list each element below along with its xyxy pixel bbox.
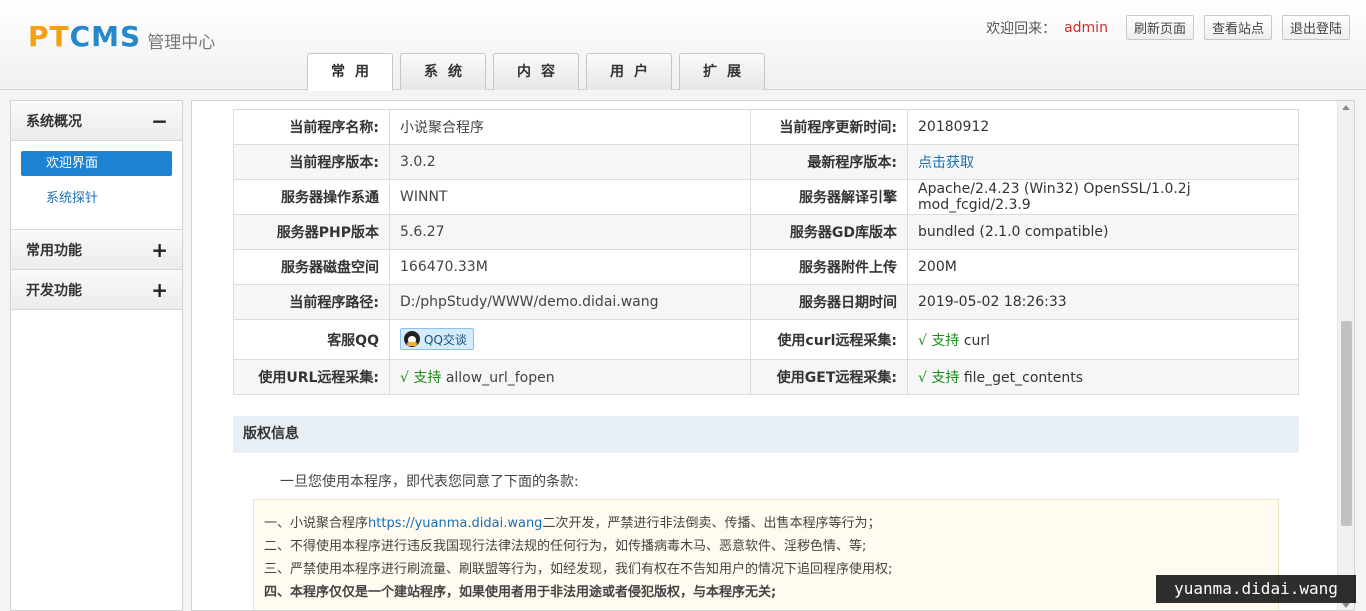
welcome-text: 欢迎回来：	[986, 20, 1057, 37]
copyright-intro: 一旦您使用本程序，即代表您同意了下面的条款:	[280, 474, 579, 490]
logo-subtitle: 管理中心	[147, 32, 216, 53]
row-label: 当前程序更新时间:	[750, 109, 908, 145]
tab-extensions[interactable]: 扩展	[679, 53, 765, 90]
expand-icon[interactable]: +	[151, 278, 168, 302]
sidebar-item-welcome[interactable]: 欢迎界面	[21, 151, 172, 176]
refresh-page-button[interactable]: 刷新页面	[1125, 15, 1194, 40]
row-label: 服务器解译引擎	[750, 179, 908, 215]
table-row: 当前程序名称: 小说聚合程序 当前程序更新时间: 20180912	[233, 109, 1299, 145]
row-label: 服务器操作系通	[233, 179, 390, 215]
row-label: 使用curl远程采集:	[750, 319, 908, 360]
table-row: 当前程序版本: 3.0.2 最新程序版本: 点击获取	[233, 144, 1299, 180]
row-value: curl	[959, 332, 991, 349]
main-panel: 当前程序名称: 小说聚合程序 当前程序更新时间: 20180912 当前程序版本…	[191, 100, 1355, 611]
row-label: 客服QQ	[233, 319, 390, 360]
logo-text-orange: PT	[28, 20, 70, 53]
row-label: 最新程序版本:	[750, 144, 908, 180]
row-value-cell: √ 支持 file_get_contents	[907, 359, 1299, 395]
sidebar-item-probe[interactable]: 系统探针	[21, 186, 172, 211]
row-label: 使用URL远程采集:	[233, 359, 390, 395]
row-value: 166470.33M	[389, 249, 751, 285]
supported-badge: √ 支持	[400, 370, 442, 386]
main-tabs: 常用 系统 内容 用户 扩展	[307, 53, 772, 91]
row-value-cell: √ 支持 curl	[907, 319, 1299, 360]
collapse-icon[interactable]: −	[151, 109, 168, 133]
row-value: allow_url_fopen	[441, 370, 555, 386]
row-label: 服务器日期时间	[750, 284, 908, 320]
term-4: 四、本程序仅仅是一个建站程序，如果使用者用于非法用途或者侵犯版权，与本程序无关;	[264, 585, 777, 600]
supported-badge: √ 支持	[918, 332, 960, 349]
logo-text-blue: CMS	[69, 20, 142, 53]
term-1: 一、小说聚合程序https://yuanma.didai.wang二次开发，严禁…	[264, 512, 1268, 535]
scroll-up-icon[interactable]	[1342, 105, 1350, 110]
expand-icon[interactable]: +	[151, 238, 168, 262]
watermark: yuanma.didai.wang	[1156, 575, 1356, 603]
source-site-link[interactable]: https://yuanma.didai.wang	[368, 516, 542, 531]
term-3: 三、严禁使用本程序进行刷流量、刷联盟等行为，如经发现，我们有权在不告知用户的情况…	[264, 562, 893, 577]
sidebar-items: 欢迎界面 系统探针	[11, 141, 182, 230]
top-bar: 欢迎回来： admin 刷新页面 查看站点 退出登陆	[986, 15, 1350, 40]
scroll-down-icon[interactable]	[1342, 603, 1350, 608]
supported-badge: √ 支持	[918, 370, 960, 386]
row-label: 服务器磁盘空间	[233, 249, 390, 285]
table-row: 服务器PHP版本 5.6.27 服务器GD库版本 bundled (2.1.0 …	[233, 214, 1299, 250]
qq-penguin-icon	[404, 331, 420, 347]
sidebar-section-title: 常用功能	[26, 242, 82, 259]
sidebar-section-overview[interactable]: 系统概况 −	[11, 101, 182, 141]
sidebar-section-title: 开发功能	[26, 282, 82, 299]
row-value: Apache/2.4.23 (Win32) OpenSSL/1.0.2j mod…	[907, 179, 1299, 215]
system-info-table: 当前程序名称: 小说聚合程序 当前程序更新时间: 20180912 当前程序版本…	[233, 109, 1299, 395]
username: admin	[1064, 19, 1108, 36]
table-row: 使用URL远程采集: √ 支持 allow_url_fopen 使用GET远程采…	[233, 359, 1299, 395]
qq-chat-button[interactable]: QQ交谈	[400, 328, 474, 350]
table-row: 客服QQ QQ交谈 使用curl远程采集: √ 支持 curl	[233, 319, 1299, 360]
row-label: 服务器PHP版本	[233, 214, 390, 250]
terms-box: 一、小说聚合程序https://yuanma.didai.wang二次开发，严禁…	[253, 499, 1279, 610]
logo-mark: PTCMS	[28, 22, 141, 52]
row-label: 当前程序名称:	[233, 109, 390, 145]
row-value-cell: QQ交谈	[389, 319, 751, 360]
row-label: 服务器GD库版本	[750, 214, 908, 250]
row-value: bundled (2.1.0 compatible)	[907, 214, 1299, 250]
qq-chat-label: QQ交谈	[424, 332, 467, 347]
row-value: WINNT	[389, 179, 751, 215]
row-value: 20180912	[907, 109, 1299, 145]
table-row: 服务器操作系通 WINNT 服务器解译引擎 Apache/2.4.23 (Win…	[233, 179, 1299, 215]
tab-common[interactable]: 常用	[307, 53, 393, 91]
sidebar-section-dev[interactable]: 开发功能 +	[11, 270, 182, 310]
table-row: 当前程序路径: D:/phpStudy/WWW/demo.didai.wang …	[233, 284, 1299, 320]
row-value: D:/phpStudy/WWW/demo.didai.wang	[389, 284, 751, 320]
row-value: 小说聚合程序	[389, 109, 751, 145]
logo[interactable]: PTCMS 管理中心	[28, 22, 216, 53]
tab-users[interactable]: 用户	[586, 53, 672, 90]
view-site-button[interactable]: 查看站点	[1203, 15, 1272, 40]
sidebar: 系统概况 − 欢迎界面 系统探针 常用功能 + 开发功能 +	[10, 100, 183, 611]
vertical-scrollbar[interactable]	[1337, 101, 1354, 610]
tab-system[interactable]: 系统	[400, 53, 486, 90]
table-row: 服务器磁盘空间 166470.33M 服务器附件上传 200M	[233, 249, 1299, 285]
logout-button[interactable]: 退出登陆	[1281, 15, 1350, 40]
get-latest-version-link[interactable]: 点击获取	[918, 155, 974, 171]
row-value-cell: 点击获取	[907, 144, 1299, 180]
term-2: 二、不得使用本程序进行违反我国现行法律法规的任何行为，如传播病毒木马、恶意软件、…	[264, 539, 867, 554]
sidebar-section-title: 系统概况	[26, 113, 82, 130]
row-value: file_get_contents	[959, 370, 1084, 386]
row-value: 5.6.27	[389, 214, 751, 250]
row-value: 2019-05-02 18:26:33	[907, 284, 1299, 320]
row-value-cell: √ 支持 allow_url_fopen	[389, 359, 751, 395]
row-label: 当前程序版本:	[233, 144, 390, 180]
term-1-prefix: 一、小说聚合程序	[264, 516, 369, 531]
row-label: 当前程序路径:	[233, 284, 390, 320]
row-value: 3.0.2	[389, 144, 751, 180]
row-label: 使用GET远程采集:	[750, 359, 908, 395]
header: PTCMS 管理中心 欢迎回来： admin 刷新页面 查看站点 退出登陆 常用…	[0, 0, 1366, 91]
tab-content[interactable]: 内容	[493, 53, 579, 90]
row-label: 服务器附件上传	[750, 249, 908, 285]
row-value: 200M	[907, 249, 1299, 285]
copyright-section-title: 版权信息	[233, 416, 1299, 453]
scrollbar-thumb[interactable]	[1341, 321, 1352, 526]
sidebar-section-common[interactable]: 常用功能 +	[11, 230, 182, 270]
term-1-suffix: 二次开发，严禁进行非法倒卖、传播、出售本程序等行为；	[542, 516, 881, 531]
